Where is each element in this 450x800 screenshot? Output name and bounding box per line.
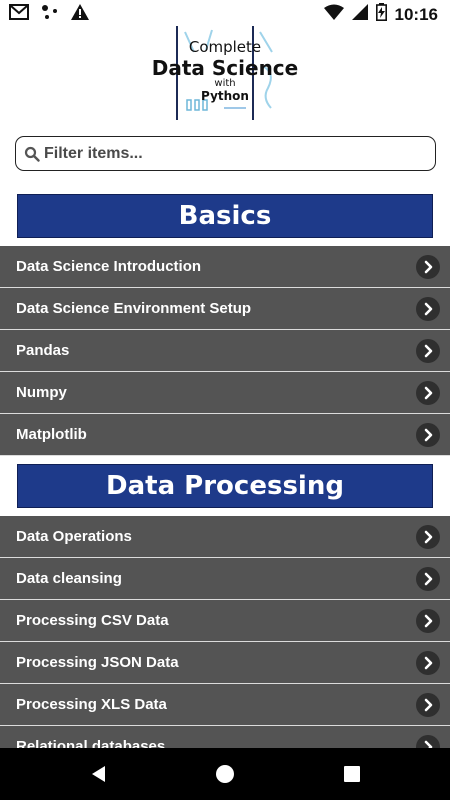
list-item-data-cleansing[interactable]: Data cleansing [0, 558, 450, 600]
recents-icon[interactable] [341, 763, 363, 785]
chevron-right-icon[interactable] [416, 339, 440, 363]
status-bar: 10:16 [0, 0, 450, 26]
chevron-right-icon[interactable] [416, 651, 440, 675]
battery-charging-icon [375, 3, 387, 26]
chevron-right-icon[interactable] [416, 567, 440, 591]
list-item-processing-json-data[interactable]: Processing JSON Data [0, 642, 450, 684]
back-icon[interactable] [88, 763, 110, 785]
home-icon[interactable] [214, 763, 236, 785]
gmail-icon [9, 4, 29, 25]
list-item-label: Relational databases [16, 738, 166, 748]
list-item-label: Processing XLS Data [16, 696, 167, 713]
list-item-label: Processing JSON Data [16, 654, 179, 671]
logo-line-2: Data Science [151, 56, 299, 80]
list-item-label: Matplotlib [16, 426, 87, 443]
chevron-right-icon[interactable] [416, 735, 440, 748]
list-item-label: Data Operations [16, 528, 132, 545]
list-item-pandas[interactable]: Pandas [0, 330, 450, 372]
chevron-right-icon[interactable] [416, 693, 440, 717]
list-item-processing-csv-data[interactable]: Processing CSV Data [0, 600, 450, 642]
list-item-label: Numpy [16, 384, 67, 401]
chevron-right-icon[interactable] [416, 609, 440, 633]
list-item-data-operations[interactable]: Data Operations [0, 516, 450, 558]
dots-icon [41, 4, 59, 25]
list-item-numpy[interactable]: Numpy [0, 372, 450, 414]
app-logo: Complete Data Science with Python [150, 26, 300, 120]
list-item-label: Data Science Introduction [16, 258, 202, 275]
chevron-right-icon[interactable] [416, 423, 440, 447]
list-item-environment-setup[interactable]: Data Science Environment Setup [0, 288, 450, 330]
section-header-data-processing: Data Processing [17, 464, 433, 508]
list-item-data-science-introduction[interactable]: Data Science Introduction [0, 246, 450, 288]
search-icon [24, 146, 40, 167]
status-time: 10:16 [394, 4, 438, 24]
chevron-right-icon[interactable] [416, 297, 440, 321]
chevron-right-icon[interactable] [416, 381, 440, 405]
chevron-right-icon[interactable] [416, 525, 440, 549]
list-item-label: Data Science Environment Setup [16, 300, 252, 317]
list-item-processing-xls-data[interactable]: Processing XLS Data [0, 684, 450, 726]
logo-line-4: Python [201, 89, 249, 103]
wifi-icon [323, 4, 344, 25]
warning-icon [71, 4, 89, 25]
navigation-bar [0, 748, 450, 800]
list-item-matplotlib[interactable]: Matplotlib [0, 414, 450, 456]
logo-line-3: with [214, 78, 236, 89]
list-item-relational-databases[interactable]: Relational databases [0, 726, 450, 748]
section-header-basics: Basics [17, 194, 433, 238]
list-item-label: Data cleansing [16, 570, 122, 587]
filter-box[interactable] [15, 136, 436, 171]
chevron-right-icon[interactable] [416, 255, 440, 279]
list-item-label: Processing CSV Data [16, 612, 169, 629]
signal-icon [351, 4, 368, 25]
logo-line-1: Complete [188, 38, 262, 56]
filter-input[interactable] [44, 141, 429, 167]
topic-list[interactable]: Basics Data Science Introduction Data Sc… [0, 186, 450, 748]
list-item-label: Pandas [16, 342, 70, 359]
